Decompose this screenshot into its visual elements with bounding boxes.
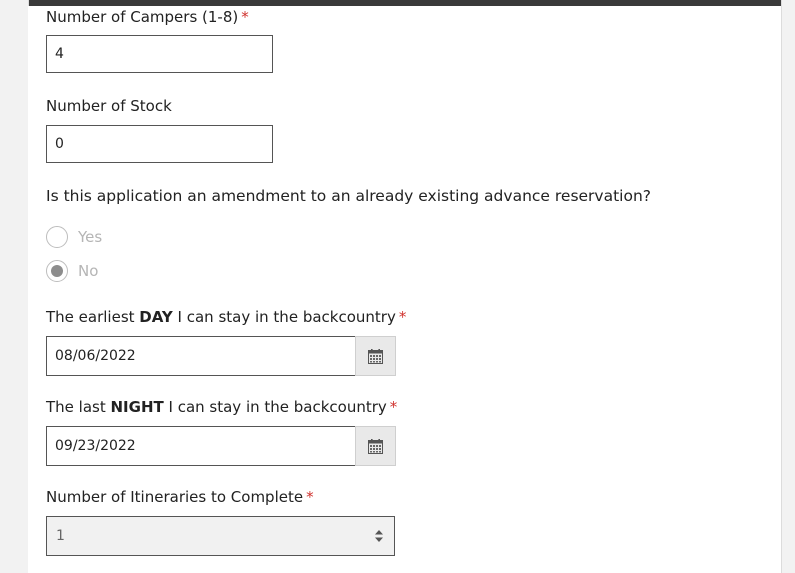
itineraries-label: Number of Itineraries to Complete * — [46, 488, 314, 506]
last-night-label: The last NIGHT I can stay in the backcou… — [46, 398, 398, 416]
stock-label: Number of Stock — [46, 97, 172, 115]
radio-no[interactable] — [46, 260, 68, 282]
required-marker: * — [306, 488, 314, 506]
campers-label: Number of Campers (1-8) * — [46, 8, 249, 26]
radio-yes-label: Yes — [78, 228, 103, 246]
sort-arrows-icon — [375, 530, 383, 542]
radio-option-no[interactable]: No — [46, 260, 98, 282]
itineraries-select[interactable]: 1 — [46, 516, 395, 556]
last-night-calendar-button[interactable] — [355, 426, 396, 466]
radio-no-label: No — [78, 262, 99, 280]
earliest-day-label: The earliest DAY I can stay in the backc… — [46, 308, 407, 326]
last-night-input[interactable]: 09/23/2022 — [46, 426, 356, 466]
earliest-day-calendar-button[interactable] — [355, 336, 396, 376]
required-marker: * — [241, 8, 249, 26]
radio-selected-dot — [51, 265, 63, 277]
reservation-form: Number of Campers (1-8) * 4 Number of Sto… — [28, 6, 780, 573]
required-marker: * — [389, 398, 398, 416]
right-scroll-gutter — [781, 0, 795, 573]
radio-option-yes[interactable]: Yes — [46, 226, 102, 248]
amendment-question: Is this application an amendment to an a… — [46, 187, 652, 205]
campers-input[interactable]: 4 — [46, 35, 273, 73]
radio-yes[interactable] — [46, 226, 68, 248]
calendar-icon — [368, 348, 383, 364]
stock-input[interactable]: 0 — [46, 125, 273, 163]
earliest-day-input[interactable]: 08/06/2022 — [46, 336, 356, 376]
calendar-icon — [368, 438, 383, 454]
left-page-gutter — [0, 0, 29, 573]
required-marker: * — [398, 308, 407, 326]
